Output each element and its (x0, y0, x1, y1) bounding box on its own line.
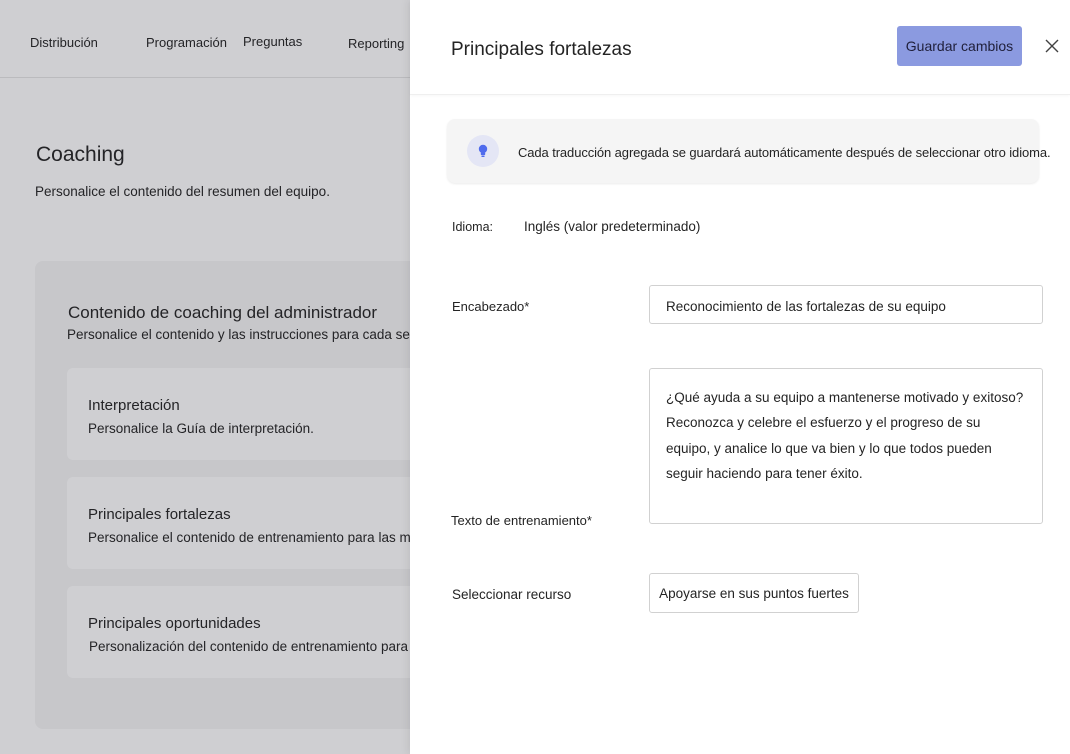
heading-input[interactable]: Reconocimiento de las fortalezas de su e… (649, 285, 1043, 324)
coaching-text-line: seguir haciendo para tener éxito. (666, 466, 863, 481)
close-button[interactable] (1042, 36, 1062, 56)
heading-label: Encabezado* (452, 299, 530, 314)
coaching-text-line: Reconozca y celebre el esfuerzo y el pro… (666, 415, 981, 430)
panel-title: Principales fortalezas (451, 39, 632, 60)
resource-label: Seleccionar recurso (452, 587, 572, 602)
lightbulb-icon-container (467, 135, 499, 167)
coaching-text-line: equipo, y analice lo que va bien y lo qu… (666, 441, 992, 456)
info-banner: Cada traducción agregada se guardará aut… (447, 119, 1051, 183)
lightbulb-icon (478, 144, 488, 157)
select-resource-button[interactable]: Apoyarse en sus puntos fuertes (649, 573, 859, 613)
language-value: Inglés (valor predeterminado) (524, 219, 701, 234)
info-text: Cada traducción agregada se guardará aut… (518, 145, 1051, 160)
save-changes-button[interactable]: Guardar cambios (897, 26, 1022, 66)
edit-panel: Principales fortalezas Guardar cambios C… (410, 0, 1070, 754)
coaching-text-line: ¿Qué ayuda a su equipo a mantenerse moti… (666, 390, 1024, 405)
close-icon (1045, 39, 1059, 53)
panel-header: Principales fortalezas Guardar cambios (410, 0, 1070, 95)
heading-input-value: Reconocimiento de las fortalezas de su e… (666, 299, 946, 314)
coaching-text-area[interactable]: ¿Qué ayuda a su equipo a mantenerse moti… (649, 368, 1043, 524)
language-label: Idioma: (452, 220, 493, 234)
coaching-text-label: Texto de entrenamiento* (451, 513, 592, 528)
